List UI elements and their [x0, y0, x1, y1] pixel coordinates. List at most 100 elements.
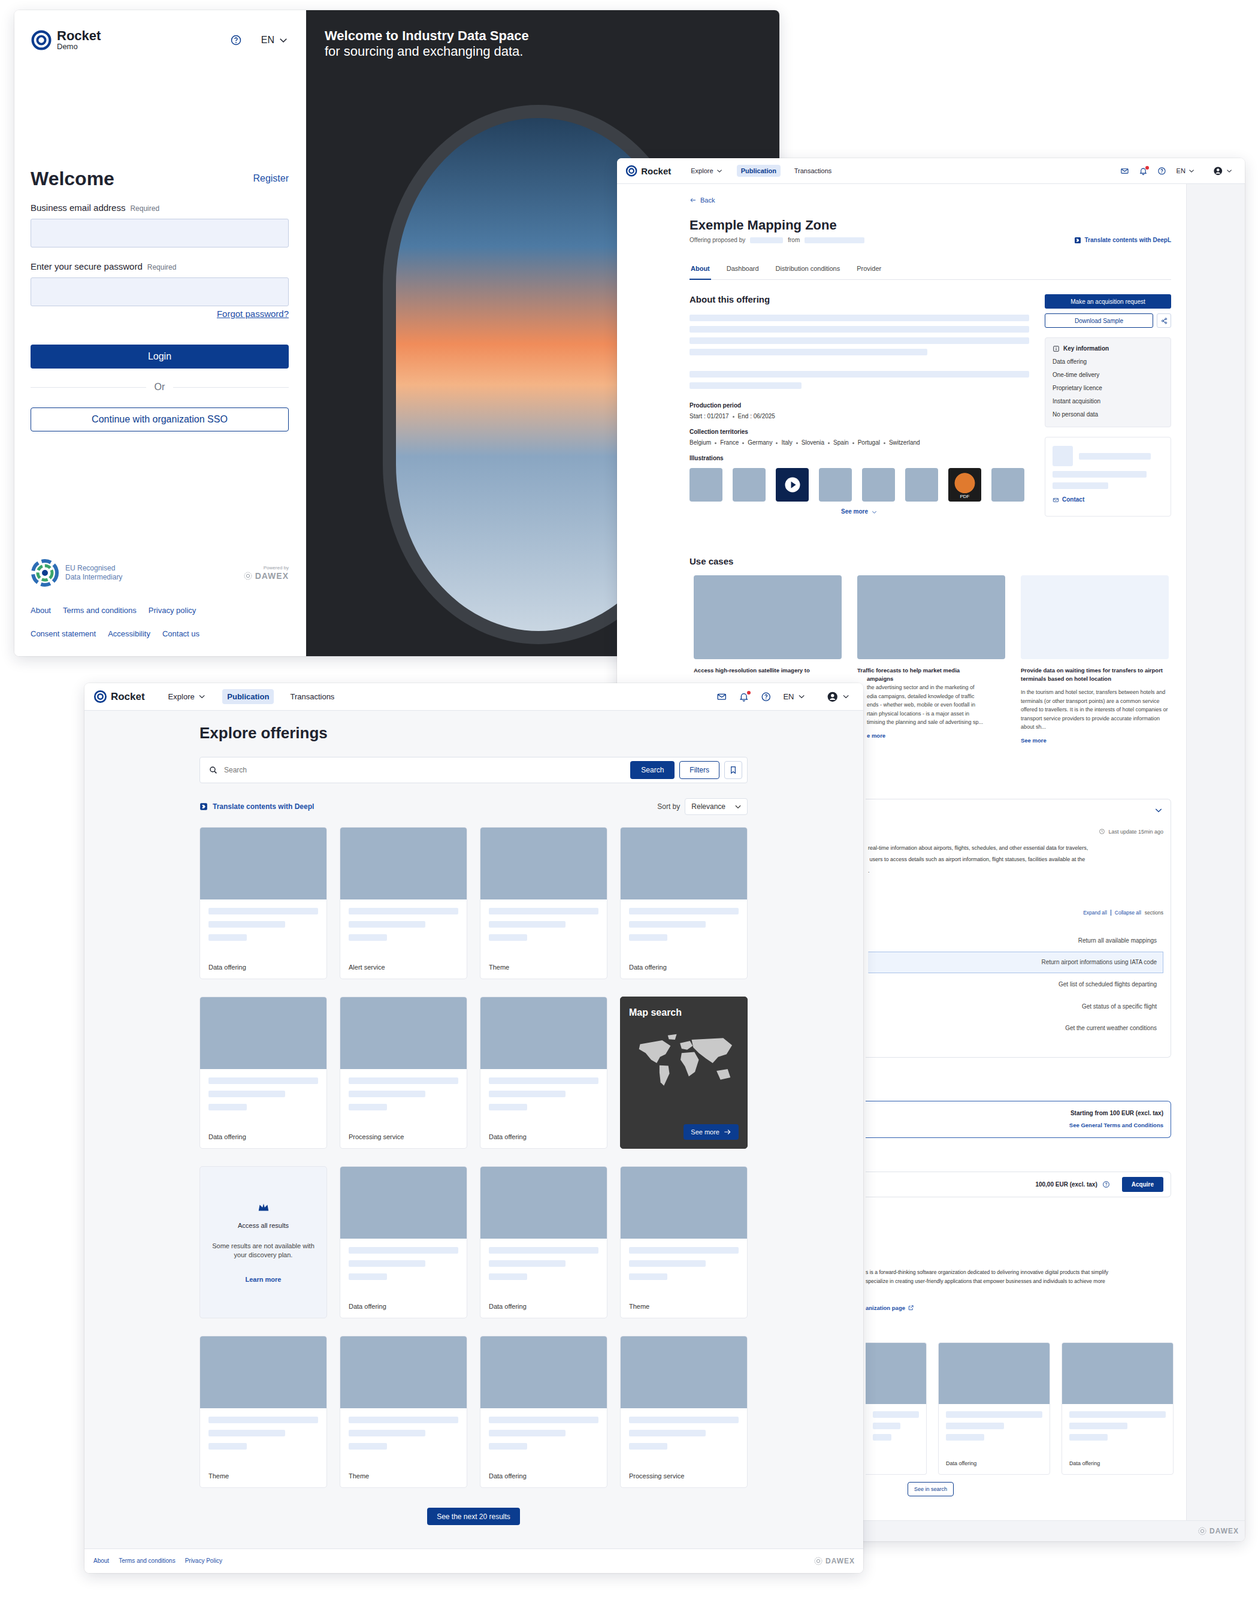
- mapping-item[interactable]: Get list of scheduled flights departing: [868, 972, 1164, 996]
- footer-link[interactable]: Consent statement: [30, 628, 96, 640]
- acquisition-request-button[interactable]: Make an acquisition request: [1044, 294, 1172, 309]
- offering-card[interactable]: Data offering: [479, 996, 608, 1149]
- expand-all-link[interactable]: Expand all: [1083, 908, 1108, 916]
- footer-link[interactable]: Contact us: [162, 628, 200, 640]
- filters-button[interactable]: Filters: [679, 760, 720, 779]
- key-info-item: No personal data: [1052, 410, 1164, 419]
- mapping-item[interactable]: Get status of a specific flight: [868, 995, 1164, 1018]
- login-button[interactable]: Login: [30, 344, 289, 369]
- use-case-card[interactable]: Traffic forecasts to help market media a…: [857, 575, 1006, 745]
- nav-item[interactable]: Explore: [687, 164, 728, 177]
- nav-item[interactable]: Publication: [222, 688, 274, 704]
- map-search-card[interactable]: Map search See more: [620, 996, 748, 1149]
- collapse-all-link[interactable]: Collapse all: [1114, 908, 1142, 916]
- brand[interactable]: RocketDemo: [30, 29, 101, 51]
- use-case-card[interactable]: Provide data on waiting times for transf…: [1020, 575, 1169, 745]
- pricing-plan[interactable]: Starting from 100 EUR (excl. tax) See Ge…: [865, 1100, 1172, 1138]
- forgot-password-link[interactable]: Forgot password?: [216, 308, 289, 320]
- user-menu-button[interactable]: [826, 690, 851, 703]
- footer-link[interactable]: Accessibility: [107, 628, 151, 640]
- help-button[interactable]: [760, 691, 772, 703]
- related-offering-card[interactable]: Data offering: [938, 1341, 1051, 1475]
- nav-item[interactable]: Publication: [736, 164, 780, 177]
- related-offering-card[interactable]: Data offering: [1061, 1341, 1174, 1475]
- mapping-item[interactable]: Return airport informations using IATA c…: [868, 951, 1164, 974]
- brand[interactable]: Rocket: [93, 689, 145, 704]
- offering-card[interactable]: Data offering: [339, 1165, 468, 1318]
- tab[interactable]: Dashboard: [725, 264, 761, 280]
- footer-link[interactable]: Privacy Policy: [185, 1556, 223, 1565]
- see-more-link[interactable]: e more: [866, 731, 886, 740]
- acquire-button[interactable]: Acquire: [1122, 1176, 1164, 1192]
- video-thumbnail[interactable]: [775, 467, 809, 502]
- footer-link[interactable]: Terms and conditions: [118, 1556, 176, 1565]
- brand[interactable]: Rocket: [625, 164, 671, 177]
- user-menu-button[interactable]: [1213, 165, 1233, 177]
- upsell-card[interactable]: Access all results Some results are not …: [199, 1165, 328, 1318]
- offering-card[interactable]: Data offering: [479, 1335, 608, 1488]
- messages-button[interactable]: [716, 691, 728, 703]
- translate-button[interactable]: Translate contents with DeepL: [1074, 236, 1172, 244]
- nav-item[interactable]: Transactions: [790, 164, 836, 177]
- email-input[interactable]: [30, 218, 289, 248]
- image-thumbnail[interactable]: [905, 467, 939, 502]
- footer-link[interactable]: About: [30, 605, 51, 616]
- notifications-button[interactable]: [1138, 166, 1148, 176]
- offering-card[interactable]: Theme: [479, 826, 608, 979]
- mapping-item[interactable]: Get the current weather conditions: [868, 1016, 1164, 1039]
- collapse-button[interactable]: [1153, 805, 1164, 815]
- offering-card[interactable]: Data offering: [199, 826, 328, 979]
- offering-card[interactable]: Theme: [620, 1165, 748, 1318]
- language-button[interactable]: EN: [1176, 167, 1196, 175]
- image-thumbnail[interactable]: [862, 467, 895, 502]
- offering-card[interactable]: Alert service: [339, 826, 468, 979]
- nav-item[interactable]: Explore: [163, 688, 211, 704]
- register-link[interactable]: Register: [252, 173, 289, 184]
- tab[interactable]: Distribution conditions: [774, 264, 842, 280]
- footer-link[interactable]: About: [93, 1556, 110, 1565]
- offering-card[interactable]: Processing service: [620, 1335, 748, 1488]
- image-thumbnail[interactable]: [818, 467, 852, 502]
- password-input[interactable]: [30, 277, 289, 307]
- save-search-button[interactable]: [724, 760, 743, 779]
- offering-card[interactable]: Theme: [339, 1335, 468, 1488]
- mapping-item[interactable]: Return all available mappings: [868, 929, 1164, 952]
- see-more-button[interactable]: See more: [841, 507, 878, 516]
- search-button[interactable]: Search: [630, 760, 675, 779]
- help-button[interactable]: [230, 34, 243, 47]
- footer-link[interactable]: Terms and conditions: [62, 605, 137, 616]
- pdf-thumbnail[interactable]: PDF: [948, 467, 982, 502]
- image-thumbnail[interactable]: [991, 467, 1025, 502]
- sort-select[interactable]: Relevance: [684, 797, 748, 815]
- image-thumbnail[interactable]: [689, 467, 723, 502]
- sso-button[interactable]: Continue with organization SSO: [30, 407, 289, 432]
- translate-button[interactable]: Translate contents with Deepl: [199, 802, 314, 811]
- share-button[interactable]: [1156, 313, 1172, 328]
- contact-link[interactable]: Contact: [1052, 496, 1085, 504]
- download-sample-button[interactable]: Download Sample: [1044, 313, 1154, 328]
- offering-card[interactable]: Data offering: [620, 826, 748, 979]
- search-input[interactable]: [222, 764, 626, 775]
- related-offering-card[interactable]: [865, 1341, 927, 1475]
- next-results-button[interactable]: See the next 20 results: [427, 1507, 520, 1525]
- see-more-button[interactable]: See more: [683, 1123, 739, 1140]
- tab[interactable]: Provider: [855, 264, 883, 280]
- offering-card[interactable]: Data offering: [199, 996, 328, 1149]
- offering-card[interactable]: Theme: [199, 1335, 328, 1488]
- organization-page-link[interactable]: anization page: [865, 1303, 915, 1312]
- see-in-search-button[interactable]: See in search: [907, 1481, 954, 1496]
- language-button[interactable]: EN: [782, 691, 806, 701]
- footer-link[interactable]: Privacy policy: [148, 605, 196, 616]
- back-link[interactable]: Back: [689, 195, 715, 205]
- language-button[interactable]: EN: [261, 34, 289, 46]
- image-thumbnail[interactable]: [732, 467, 766, 502]
- notifications-button[interactable]: [738, 691, 750, 703]
- offering-card[interactable]: Processing service: [339, 996, 468, 1149]
- see-more-link[interactable]: See more: [1020, 736, 1047, 745]
- tab[interactable]: About: [689, 264, 712, 280]
- help-button[interactable]: [1157, 166, 1167, 176]
- offering-card[interactable]: Data offering: [479, 1165, 608, 1318]
- nav-item[interactable]: Transactions: [285, 688, 340, 704]
- messages-button[interactable]: [1120, 166, 1130, 176]
- learn-more-link[interactable]: Learn more: [245, 1274, 282, 1284]
